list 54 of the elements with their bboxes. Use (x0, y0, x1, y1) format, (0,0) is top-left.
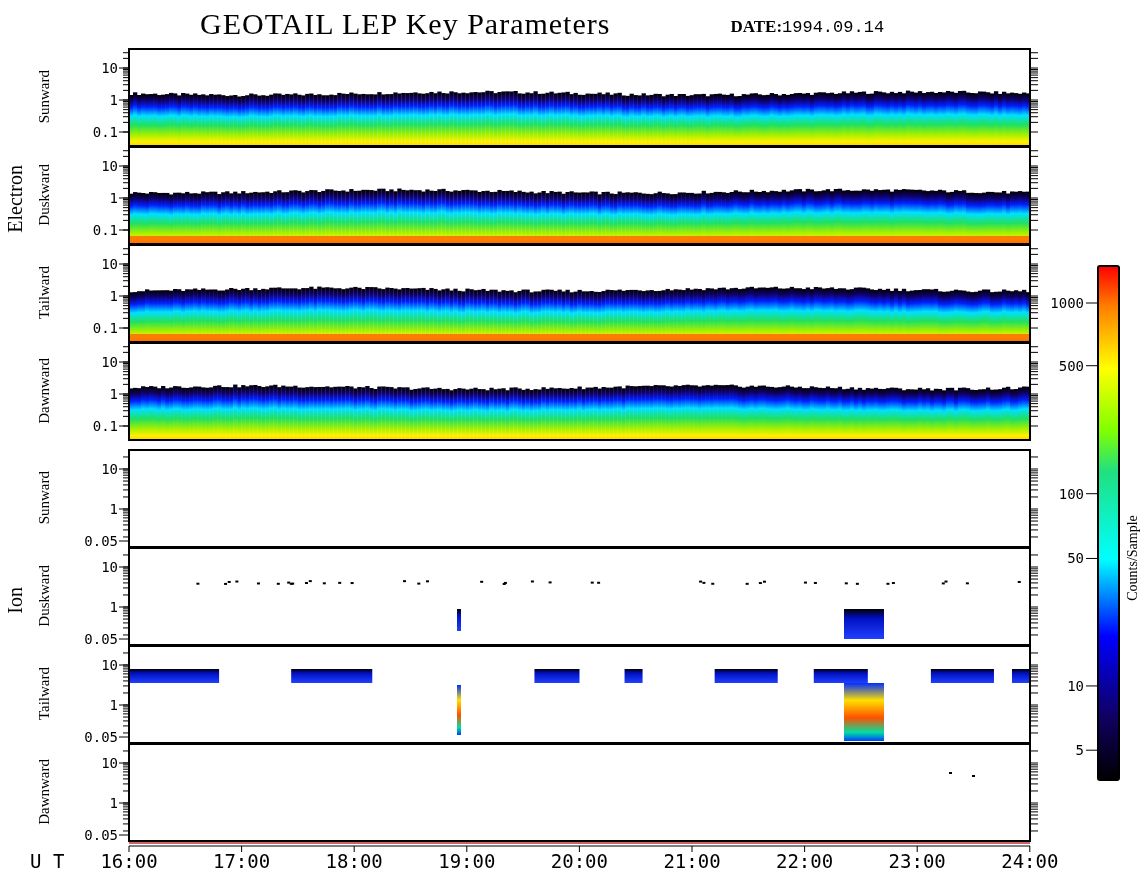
direction-label: Duskward (35, 164, 53, 226)
y-tick-label: 10 (101, 461, 118, 477)
y-tick-label: 10 (101, 158, 118, 174)
time-tick-label: 21:00 (663, 850, 721, 872)
y-tick-label: 0.05 (84, 533, 118, 549)
colorbar-tick-label: 500 (1058, 357, 1084, 374)
time-axis-title: U T (30, 850, 65, 872)
time-tick-label: 22:00 (776, 850, 834, 872)
y-tick-label: 0.1 (92, 320, 118, 336)
colorbar-tick-label: 5 (1075, 742, 1084, 759)
time-tick-label: 24:00 (1001, 850, 1059, 872)
direction-label: Dawnward (35, 759, 53, 825)
spectrogram-drawing (949, 772, 975, 777)
y-tick-label: 0.05 (84, 729, 118, 745)
direction-label: Tailward (35, 266, 53, 320)
time-tick-label: 17:00 (213, 850, 271, 872)
direction-label: Sunward (35, 471, 53, 525)
y-tick-label: 1 (109, 190, 118, 206)
direction-label: Tailward (35, 667, 53, 721)
y-tick-label: 1 (109, 92, 118, 108)
y-tick-label: 0.1 (92, 222, 118, 238)
y-tick-label: 1 (109, 386, 118, 402)
time-tick-label: 23:00 (888, 850, 946, 872)
time-tick-label: 19:00 (438, 850, 496, 872)
y-tick-label: 0.05 (84, 827, 118, 843)
y-tick-label: 10 (101, 657, 118, 673)
colorbar-tick-label: 50 (1067, 550, 1084, 567)
y-tick-label: 10 (101, 354, 118, 370)
y-tick-label: 10 (101, 256, 118, 272)
direction-label: Dawnward (35, 358, 53, 424)
plot-title: GEOTAIL LEP Key Parameters (200, 7, 611, 41)
colorbar-tick-label: 100 (1058, 485, 1084, 502)
y-tick-label: 0.1 (92, 418, 118, 434)
y-tick-label: 0.05 (84, 631, 118, 647)
species-label: Ion (3, 586, 27, 614)
colorbar-tick-label: 10 (1067, 677, 1084, 694)
y-tick-label: 10 (101, 559, 118, 575)
date-label: DATE:1994.09.14 (730, 17, 885, 37)
species-label: Electron (3, 165, 27, 233)
time-tick-label: 16:00 (100, 850, 158, 872)
time-tick-label: 20:00 (550, 850, 608, 872)
y-tick-label: 0.1 (92, 124, 118, 140)
direction-label: Sunward (35, 70, 53, 124)
time-tick-label: 18:00 (325, 850, 383, 872)
y-tick-label: 1 (109, 288, 118, 304)
direction-label: Duskward (35, 565, 53, 627)
y-tick-label: 1 (109, 501, 118, 517)
y-tick-label: 10 (101, 755, 118, 771)
y-tick-label: 1 (109, 599, 118, 615)
colorbar-title: Counts/Sample (1125, 515, 1140, 601)
y-tick-label: 10 (101, 60, 118, 76)
y-tick-label: 1 (109, 697, 118, 713)
colorbar-tick-label: 1000 (1050, 295, 1084, 311)
y-tick-label: 1 (109, 795, 118, 811)
